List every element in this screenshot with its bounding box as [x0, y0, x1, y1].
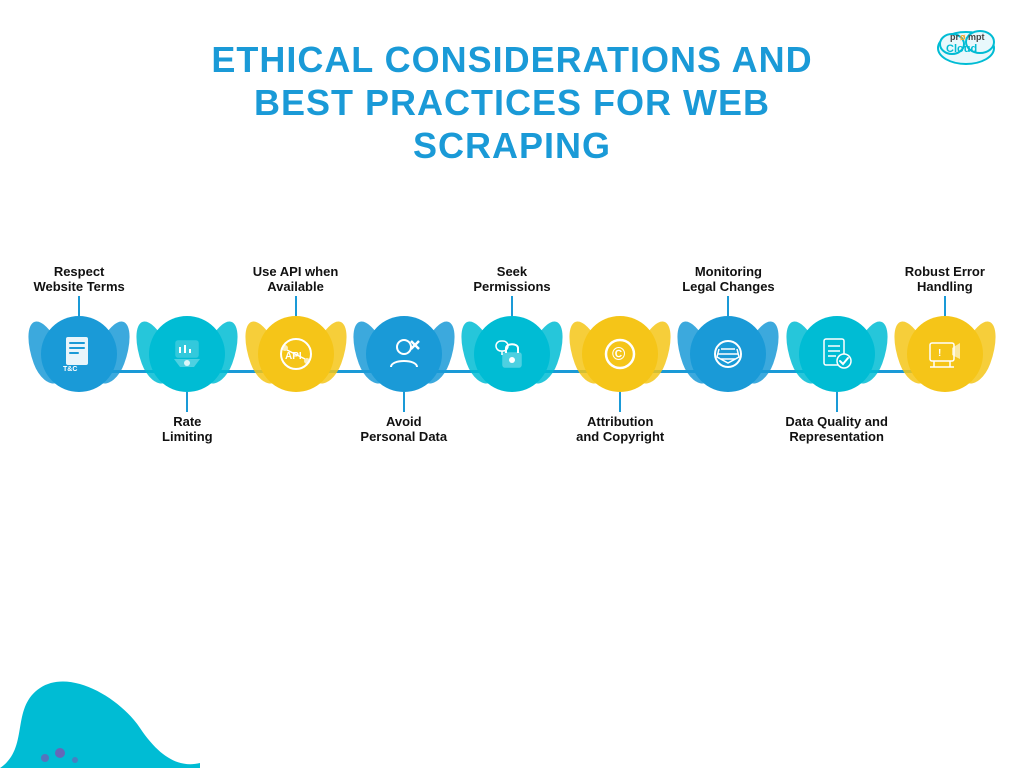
connector-top-7	[727, 296, 729, 316]
svg-text:Cloud: Cloud	[946, 43, 977, 55]
icon-group-9: !	[891, 316, 999, 392]
icon-rate-limiting	[149, 316, 225, 392]
svg-text:pr: pr	[950, 32, 959, 42]
icon-avoid-personal	[366, 316, 442, 392]
icon-monitoring-legal	[690, 316, 766, 392]
title-section: ETHICAL CONSIDERATIONS AND BEST PRACTICE…	[0, 0, 1024, 168]
label-data-quality: Data Quality andRepresentation	[785, 412, 888, 468]
node-monitoring-legal: MonitoringLegal Changes	[674, 240, 782, 468]
label-seek-permissions: SeekPermissions	[473, 240, 550, 296]
label-monitoring-legal: MonitoringLegal Changes	[682, 240, 774, 296]
icon-group-6: ©	[566, 316, 674, 392]
connector-top-3	[295, 296, 297, 316]
node-attribution: © Attributionand Copyright	[566, 240, 674, 468]
icon-group-7	[674, 316, 782, 392]
svg-text:ø: ø	[960, 32, 966, 42]
decorative-blob	[0, 608, 200, 768]
icon-group-5	[458, 316, 566, 392]
icon-group-1: T&C	[25, 316, 133, 392]
connector-top-5	[511, 296, 513, 316]
timeline-wrapper: RespectWebsite Terms T&C	[0, 240, 1024, 560]
connector-bottom-6	[619, 392, 621, 412]
node-use-api: Use API whenAvailable API	[241, 240, 349, 468]
node-robust-error: Robust ErrorHandling !	[891, 240, 999, 468]
icon-attribution: ©	[582, 316, 658, 392]
icon-group-4	[350, 316, 458, 392]
svg-text:mpt: mpt	[968, 32, 985, 42]
label-avoid-personal: AvoidPersonal Data	[360, 412, 447, 468]
connector-bottom-4	[403, 392, 405, 412]
icon-respect-website-terms: T&C	[41, 316, 117, 392]
icon-seek-permissions	[474, 316, 550, 392]
icon-group-3: API	[242, 316, 350, 392]
node-data-quality: Data Quality andRepresentation	[783, 240, 891, 468]
main-title: ETHICAL CONSIDERATIONS AND BEST PRACTICE…	[0, 38, 1024, 168]
node-rate-limiting: RateLimiting	[133, 240, 241, 468]
node-respect-website-terms: RespectWebsite Terms T&C	[25, 240, 133, 468]
nodes-container: RespectWebsite Terms T&C	[0, 240, 1024, 468]
svg-text:©: ©	[612, 344, 625, 364]
label-attribution: Attributionand Copyright	[576, 412, 664, 468]
icon-data-quality	[799, 316, 875, 392]
connector-top-9	[944, 296, 946, 316]
icon-group-8	[783, 316, 891, 392]
label-respect-website-terms: RespectWebsite Terms	[33, 240, 124, 296]
connector-bottom-2	[186, 392, 188, 412]
svg-text:!: !	[938, 348, 941, 359]
node-seek-permissions: SeekPermissions	[458, 240, 566, 468]
label-use-api: Use API whenAvailable	[253, 240, 338, 296]
node-avoid-personal: AvoidPersonal Data	[350, 240, 458, 468]
svg-text:T&C: T&C	[63, 366, 77, 373]
icon-use-api: API	[258, 316, 334, 392]
icon-group-2	[133, 316, 241, 392]
icon-robust-error: !	[907, 316, 983, 392]
label-rate-limiting: RateLimiting	[162, 412, 213, 468]
connector-bottom-8	[836, 392, 838, 412]
connector-top-1	[78, 296, 80, 316]
label-robust-error: Robust ErrorHandling	[905, 240, 985, 296]
promptcloud-logo: pr ø mpt Cloud	[930, 18, 1002, 70]
